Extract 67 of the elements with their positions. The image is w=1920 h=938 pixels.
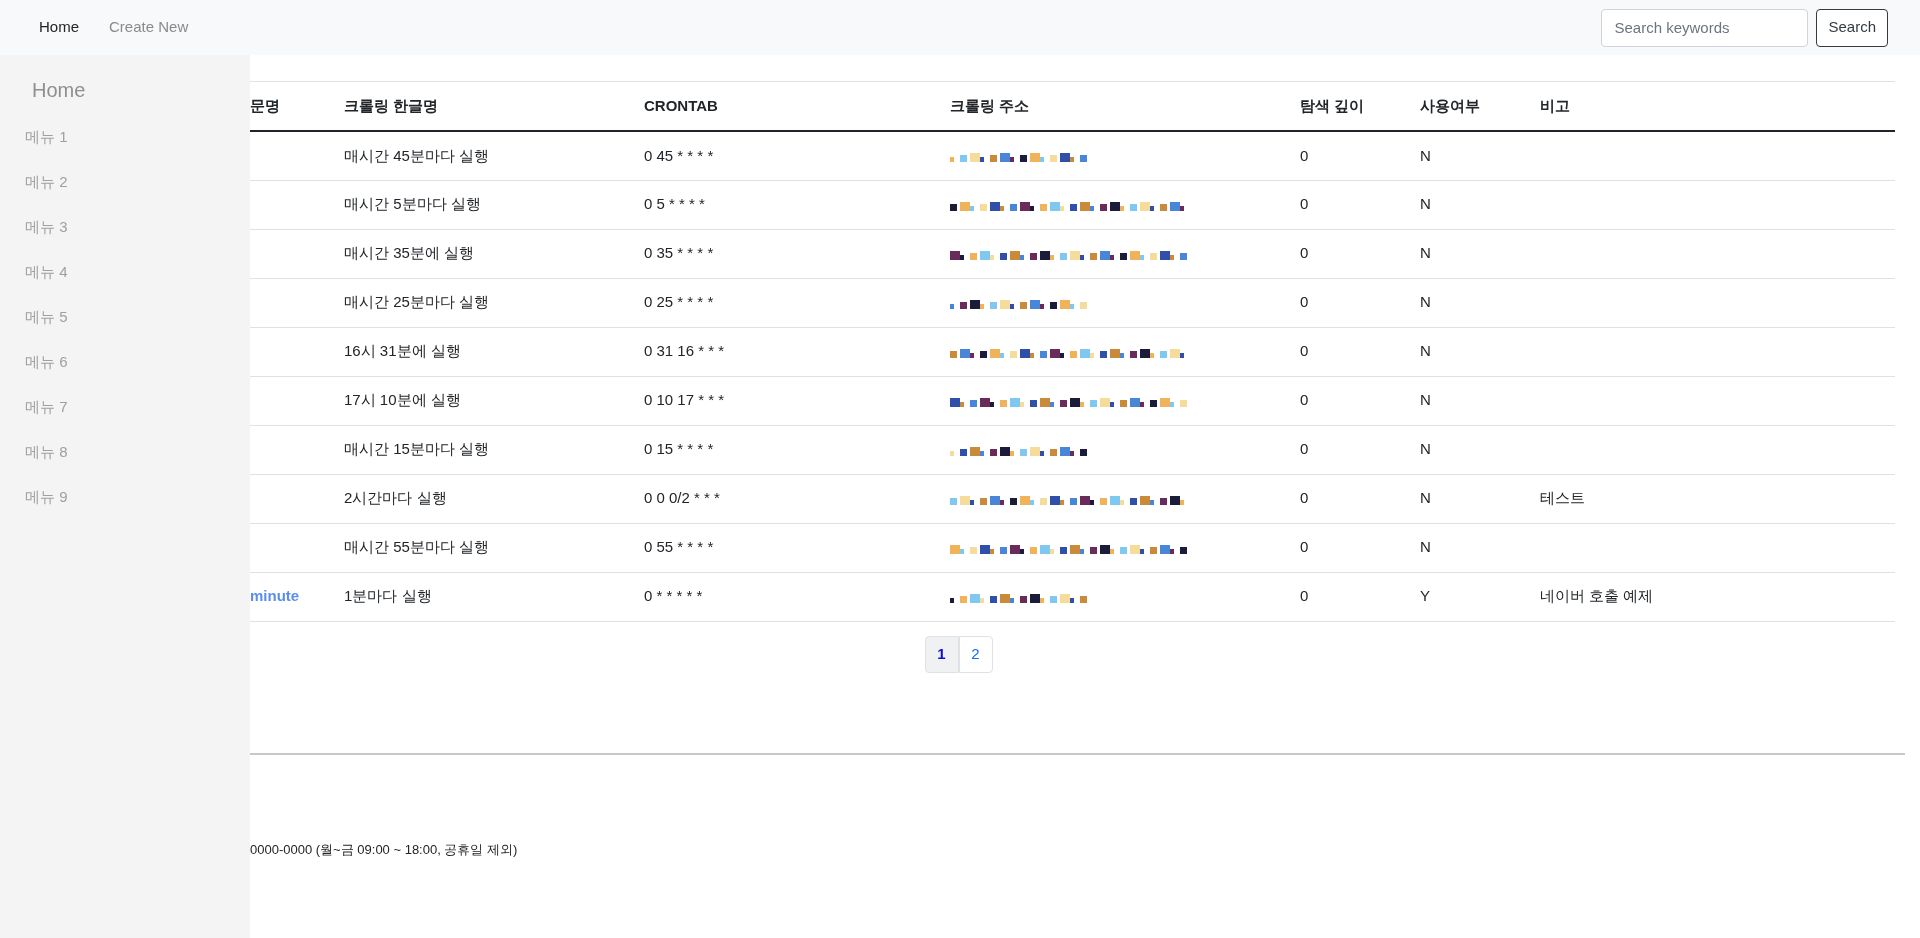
table-cell: N — [1420, 538, 1431, 556]
table-cell: 0 0 0/2 * * * — [644, 489, 720, 507]
table-cell: 0 — [1300, 244, 1309, 262]
table-cell: Y — [1420, 587, 1430, 605]
column-header: 탐색 깊이 — [1292, 82, 1412, 131]
table-cell: N — [1420, 146, 1431, 164]
table-cell: N — [1420, 391, 1431, 409]
sidebar-item[interactable]: 메뉴 3 — [25, 216, 68, 239]
table-cell: 0 — [1300, 538, 1309, 556]
page-button[interactable]: 1 — [924, 635, 959, 673]
table-cell: 매시간 45분마다 실행 — [344, 146, 490, 164]
table-cell: 0 10 17 * * * — [644, 391, 725, 409]
nav-link[interactable]: Create New — [102, 16, 196, 39]
sidebar-item[interactable]: 메뉴 8 — [25, 441, 68, 464]
sidebar-item[interactable]: 메뉴 4 — [25, 261, 68, 284]
table-cell: N — [1420, 489, 1431, 507]
table-cell: 17시 10분에 실행 — [344, 391, 461, 409]
column-header: 크롤링 주소 — [942, 82, 1292, 131]
crawler-link[interactable]: minute — [250, 587, 300, 605]
table-cell: 0 — [1300, 489, 1309, 507]
table-cell: 0 * * * * * — [644, 587, 703, 605]
table-cell: 0 5 * * * * — [644, 195, 705, 213]
table-cell: 0 — [1300, 293, 1309, 311]
table-cell: 매시간 35분에 실행 — [344, 244, 475, 262]
table-cell: 매시간 5분마다 실행 — [344, 195, 481, 213]
table-cell: 매시간 55분마다 실행 — [344, 538, 490, 556]
table-cell: 0 35 * * * * — [644, 244, 714, 262]
table-cell: 0 — [1300, 146, 1309, 164]
sidebar-item[interactable]: 메뉴 6 — [25, 351, 68, 374]
search-field[interactable]: Search keywords — [1601, 8, 1809, 47]
table-cell: 네이버 호출 예제 — [1540, 587, 1654, 605]
nav-link[interactable]: Home — [32, 16, 86, 39]
column-header: CRONTAB — [636, 82, 942, 131]
column-header: 사용여부 — [1412, 82, 1532, 131]
table-cell: 0 25 * * * * — [644, 293, 714, 311]
sidebar-item[interactable]: 메뉴 7 — [25, 396, 68, 419]
table-cell: 테스트 — [1540, 489, 1585, 507]
table-cell: N — [1420, 293, 1431, 311]
table-cell: 2시간마다 실행 — [344, 489, 447, 507]
page-button[interactable]: 2 — [958, 635, 993, 673]
table-cell: 0 55 * * * * — [644, 538, 714, 556]
sidebar-item[interactable]: 메뉴 9 — [25, 486, 68, 509]
table-cell: 0 31 16 * * * — [644, 342, 725, 360]
table-cell: 0 — [1300, 587, 1309, 605]
table-cell: 0 15 * * * * — [644, 440, 714, 458]
table-cell: 0 — [1300, 342, 1309, 360]
column-header: 크롤링 한글명 — [336, 82, 636, 131]
table-cell: 1분마다 실행 — [344, 587, 432, 605]
search-button[interactable]: Search — [1816, 8, 1888, 47]
column-header: 비고 — [1532, 82, 1895, 131]
sidebar-title: Home — [32, 78, 87, 103]
table-cell: 0 — [1300, 195, 1309, 213]
table-cell: N — [1420, 440, 1431, 458]
table-cell: 16시 31분에 실행 — [344, 342, 461, 360]
footer-contact: 0000-0000 (월~금 09:00 ~ 18:00, 공휴일 제외) — [250, 840, 519, 859]
table-cell: 0 45 * * * * — [644, 146, 714, 164]
column-header: 문명 — [242, 82, 336, 131]
sidebar-item[interactable]: 메뉴 1 — [25, 126, 68, 149]
table-cell: 0 — [1300, 391, 1309, 409]
table-cell: N — [1420, 244, 1431, 262]
sidebar-item[interactable]: 메뉴 2 — [25, 171, 68, 194]
table-cell: N — [1420, 342, 1431, 360]
table-cell: 매시간 15분마다 실행 — [344, 440, 490, 458]
sidebar-item[interactable]: 메뉴 5 — [25, 306, 68, 329]
table-cell: 0 — [1300, 440, 1309, 458]
table-cell: N — [1420, 195, 1431, 213]
table-cell: 매시간 25분마다 실행 — [344, 293, 490, 311]
